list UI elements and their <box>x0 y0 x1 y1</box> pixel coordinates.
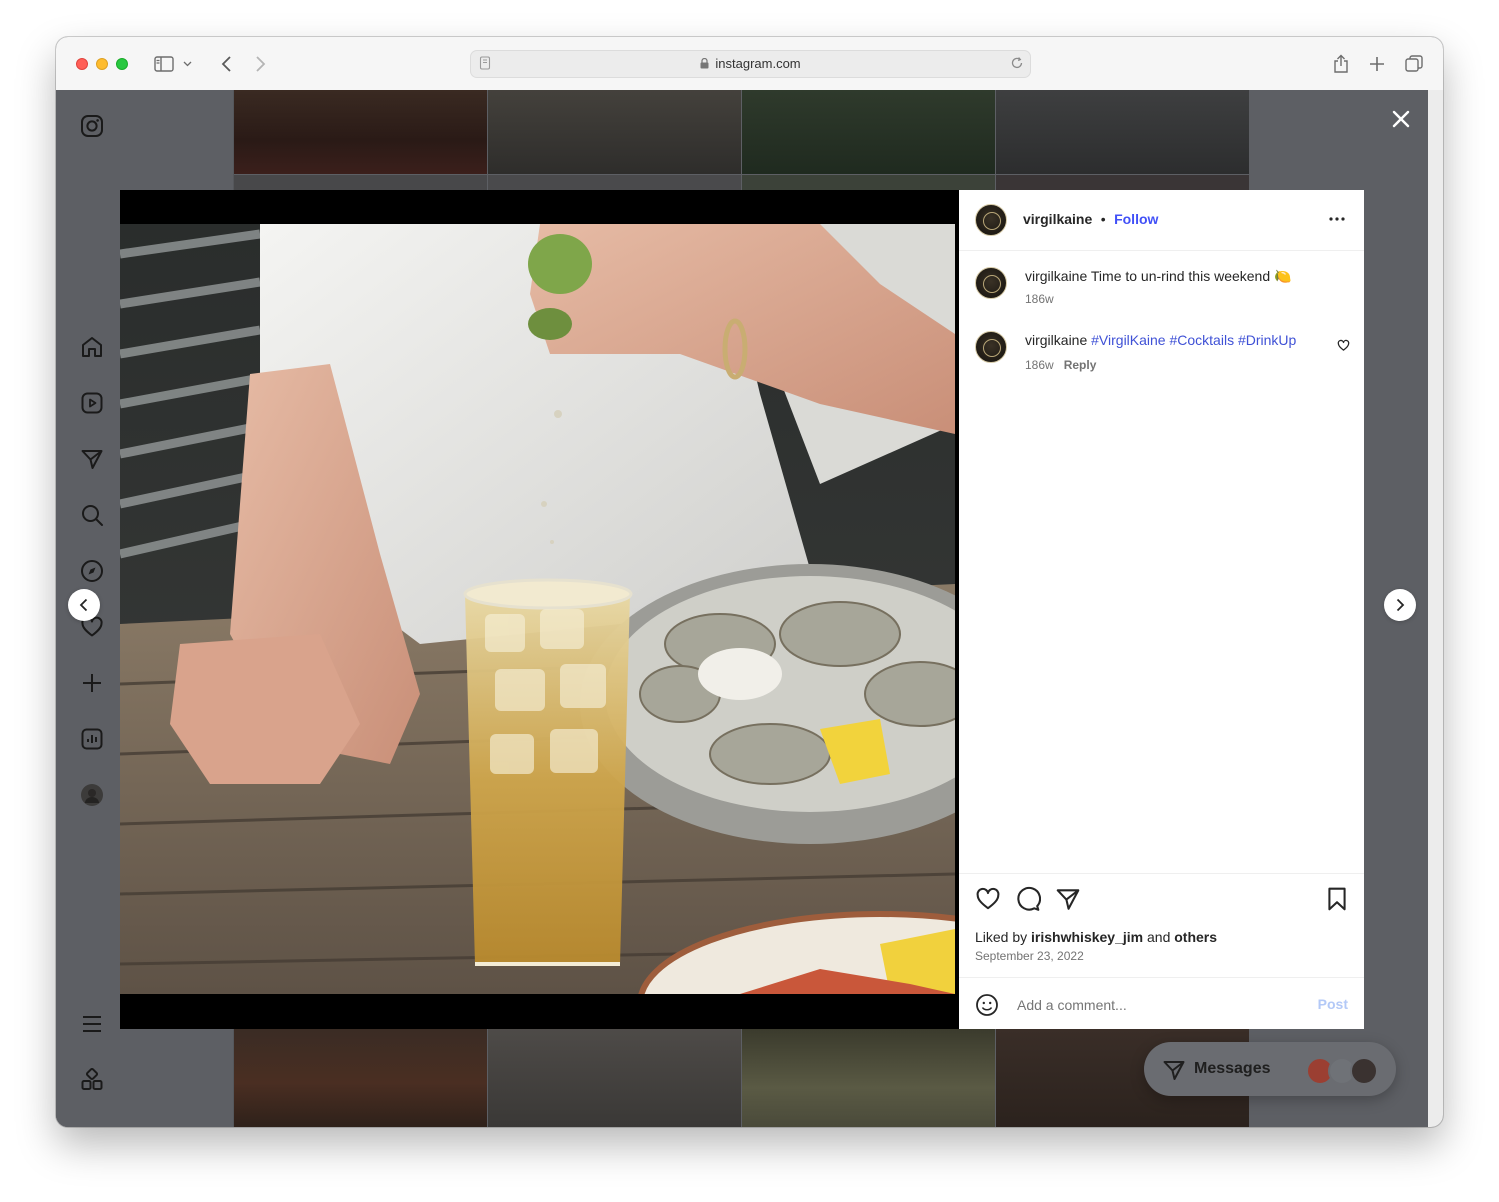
profile-avatar[interactable] <box>78 781 106 809</box>
sidebar-toggle-icon[interactable] <box>152 52 176 76</box>
follow-button[interactable]: Follow <box>1114 211 1158 227</box>
reload-icon[interactable] <box>1010 56 1024 75</box>
threads-icon[interactable] <box>78 1066 106 1094</box>
comment-age[interactable]: 186w <box>1025 358 1054 372</box>
likes-summary: Liked by irishwhiskey_jim and others <box>975 929 1217 945</box>
comment-avatar[interactable] <box>975 331 1007 363</box>
lock-icon <box>700 57 709 72</box>
post-comment-button[interactable]: Post <box>1318 996 1348 1012</box>
grid-tile[interactable] <box>234 90 487 174</box>
chevron-left-icon[interactable] <box>68 589 100 621</box>
home-icon[interactable] <box>78 333 106 361</box>
message-avatar <box>1350 1057 1378 1085</box>
reels-icon[interactable] <box>78 389 106 417</box>
bookmark-icon[interactable] <box>1324 886 1350 912</box>
direct-icon[interactable] <box>78 445 106 473</box>
comment-username[interactable]: virgilkaine <box>1025 332 1087 348</box>
caption: virgilkaine Time to un-rind this weekend… <box>1025 267 1291 285</box>
caption-username[interactable]: virgilkaine <box>1025 268 1087 284</box>
close-window-button[interactable] <box>76 58 88 70</box>
caption-age[interactable]: 186w <box>1025 292 1054 306</box>
like-icon[interactable] <box>975 886 1001 912</box>
page-scrollbar[interactable] <box>1428 90 1443 1127</box>
grid-tile[interactable] <box>488 90 741 174</box>
caption-avatar[interactable] <box>975 267 1007 299</box>
caption-text: Time to un-rind this weekend 🍋 <box>1090 268 1292 284</box>
grid-tile[interactable] <box>742 90 995 174</box>
post-media[interactable] <box>120 190 959 1029</box>
post-actions: Liked by irishwhiskey_jim and others Sep… <box>959 873 1364 1030</box>
post-date[interactable]: September 23, 2022 <box>975 949 1084 963</box>
browser-window: instagram.com virgilkaine • Follow virgi… <box>56 37 1443 1127</box>
reply-button[interactable]: Reply <box>1064 358 1097 372</box>
grid-tile[interactable] <box>742 1028 995 1127</box>
zoom-window-button[interactable] <box>116 58 128 70</box>
author-username[interactable]: virgilkaine <box>1023 211 1092 227</box>
feed-grid-bottom <box>234 1028 1249 1127</box>
separator-dot: • <box>1100 211 1106 227</box>
new-tab-icon[interactable] <box>1365 52 1389 76</box>
comment-like-icon[interactable] <box>1337 339 1350 357</box>
comment-meta: 186w Reply <box>1025 358 1096 372</box>
close-icon[interactable] <box>1389 107 1413 131</box>
messages-label: Messages <box>1194 1060 1271 1077</box>
more-icon[interactable] <box>1328 210 1346 233</box>
comment-hashtags[interactable]: #VirgilKaine #Cocktails #DrinkUp <box>1091 332 1296 348</box>
post-photo <box>120 224 955 994</box>
tab-overview-icon[interactable] <box>1402 52 1426 76</box>
direct-message-icon <box>1162 1058 1186 1087</box>
menu-icon[interactable] <box>78 1010 106 1038</box>
share-sheet-icon[interactable] <box>1329 52 1353 76</box>
minimize-window-button[interactable] <box>96 58 108 70</box>
liked-by-and: and <box>1147 929 1171 945</box>
instagram-icon[interactable] <box>78 112 106 140</box>
caption-meta: 186w <box>1025 292 1054 306</box>
instagram-page: virgilkaine • Follow virgilkaine Time to… <box>56 90 1428 1127</box>
url-text: instagram.com <box>715 56 801 71</box>
grid-tile[interactable] <box>488 1028 741 1127</box>
explore-icon[interactable] <box>78 557 106 585</box>
browser-toolbar: instagram.com <box>56 37 1443 91</box>
author-avatar[interactable] <box>975 204 1007 236</box>
post-panel: virgilkaine • Follow virgilkaine Time to… <box>959 190 1364 1029</box>
grid-tile[interactable] <box>996 90 1249 174</box>
post-modal: virgilkaine • Follow virgilkaine Time to… <box>120 190 1364 1029</box>
chevron-right-icon[interactable] <box>1384 589 1416 621</box>
emoji-icon[interactable] <box>975 993 999 1022</box>
comment: virgilkaine #VirgilKaine #Cocktails #Dri… <box>1025 331 1296 349</box>
messages-button[interactable]: Messages <box>1144 1042 1396 1096</box>
forward-icon[interactable] <box>249 52 273 76</box>
feed-grid-top <box>234 90 1249 174</box>
comment-input[interactable] <box>1015 996 1299 1014</box>
insights-icon[interactable] <box>78 725 106 753</box>
liked-by-prefix: Liked by <box>975 929 1028 945</box>
create-icon[interactable] <box>78 669 106 697</box>
share-icon[interactable] <box>1055 886 1081 912</box>
liked-by-others[interactable]: others <box>1174 929 1217 945</box>
grid-tile[interactable] <box>234 1028 487 1127</box>
post-header: virgilkaine • Follow <box>959 190 1364 251</box>
liked-by-user[interactable]: irishwhiskey_jim <box>1031 929 1143 945</box>
comment-bar: Post <box>959 977 1364 1031</box>
comment-icon[interactable] <box>1015 886 1042 912</box>
back-icon[interactable] <box>214 52 238 76</box>
chevron-down-icon[interactable] <box>180 52 194 76</box>
address-bar[interactable]: instagram.com <box>470 50 1031 78</box>
search-icon[interactable] <box>78 501 106 529</box>
